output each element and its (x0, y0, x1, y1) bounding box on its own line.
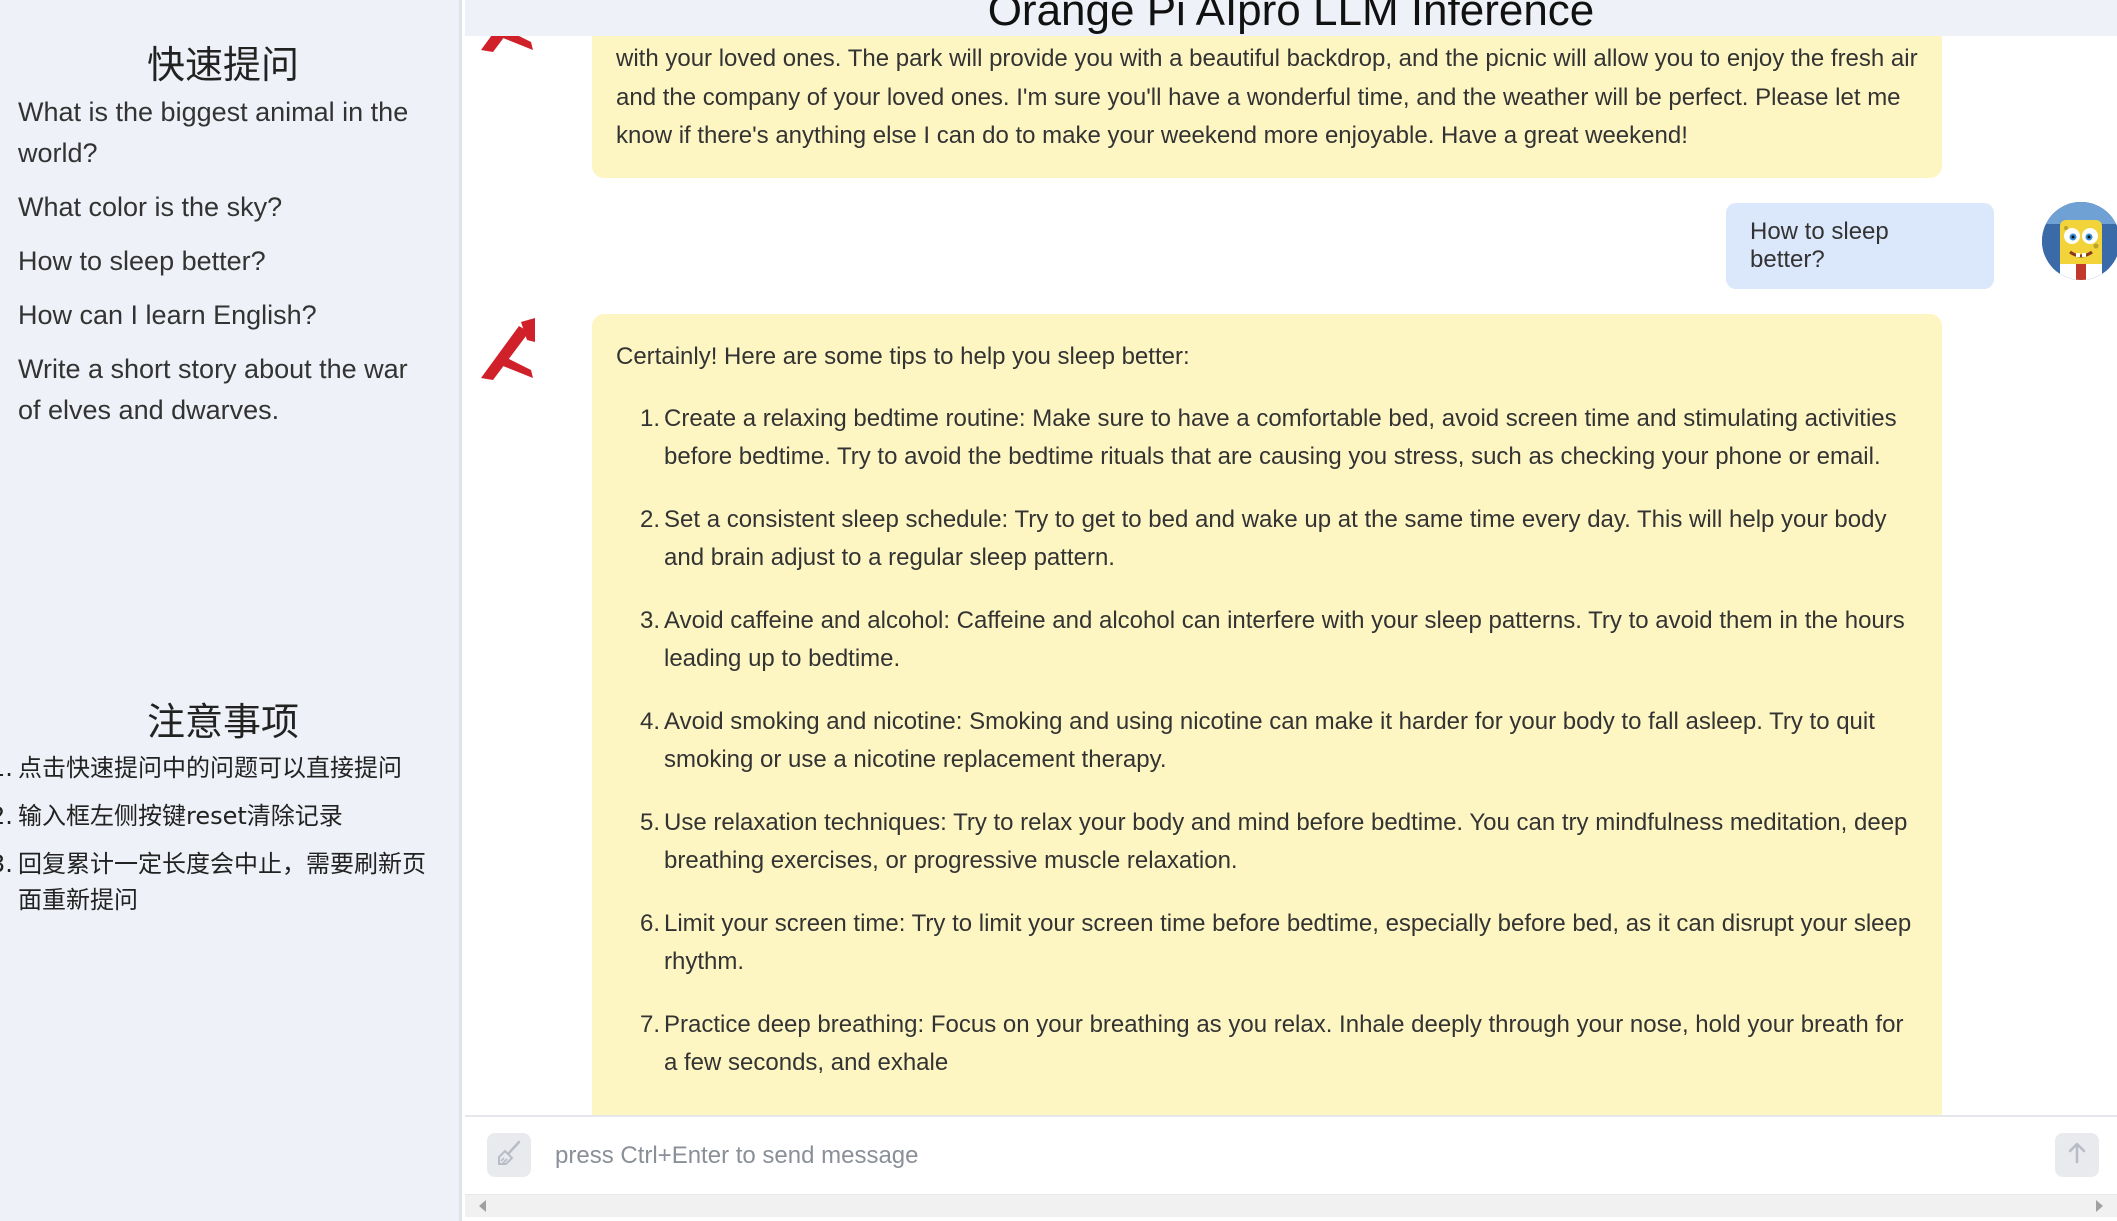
reply-list: 1. Create a relaxing bedtime routine: Ma… (616, 400, 1918, 1083)
message-text: How to sleep better? (1750, 218, 1889, 273)
broom-icon (495, 1139, 523, 1172)
list-item: 5. Use relaxation techniques: Try to rel… (640, 804, 1918, 881)
list-item-text: Avoid smoking and nicotine: Smoking and … (664, 707, 1875, 774)
title-bar: Orange Pi AIpro LLM Inference (465, 0, 2117, 36)
horizontal-scrollbar[interactable] (465, 1195, 2117, 1217)
note-text: 回复累计一定长度会中止，需要刷新页面重新提问 (18, 850, 426, 914)
note-number: 1. (0, 754, 13, 782)
sidebar: 快速提问 What is the biggest animal in the w… (0, 0, 462, 1221)
page-title: Orange Pi AIpro LLM Inference (987, 0, 1595, 35)
quick-question-item[interactable]: What is the biggest animal in the world? (18, 92, 428, 174)
list-item-number: 4. (640, 707, 661, 735)
spongebob-avatar (2042, 202, 2117, 280)
quick-question-item[interactable]: Write a short story about the war of elv… (18, 349, 428, 431)
list-item-number: 7. (640, 1010, 661, 1038)
chat-scroll-area[interactable]: Orange Pi AIpro LLM Inference with your … (465, 0, 2117, 1115)
note-item: 1. 点击快速提问中的问题可以直接提问 (0, 750, 430, 786)
note-number: 2. (0, 802, 13, 830)
list-item: 4. Avoid smoking and nicotine: Smoking a… (640, 703, 1918, 780)
list-item-number: 1. (640, 404, 661, 432)
quick-questions-title: 快速提问 (146, 43, 299, 87)
quick-question-item[interactable]: What color is the sky? (18, 187, 428, 228)
message-input[interactable] (553, 1127, 1997, 1185)
arrow-up-icon (2064, 1140, 2090, 1171)
note-number: 3. (0, 850, 13, 878)
list-item-text: Limit your screen time: Try to limit you… (664, 909, 1912, 976)
list-item-text: Use relaxation techniques: Try to relax … (664, 808, 1908, 875)
note-text: 输入框左侧按键reset清除记录 (18, 802, 343, 830)
list-item-number: 5. (640, 808, 661, 836)
chat-main: Orange Pi AIpro LLM Inference with your … (465, 0, 2117, 1221)
notes-title: 注意事项 (146, 700, 299, 744)
list-item: 3. Avoid caffeine and alcohol: Caffeine … (640, 602, 1918, 679)
note-item: 3. 回复累计一定长度会中止，需要刷新页面重新提问 (0, 846, 430, 918)
notes-list: 1. 点击快速提问中的问题可以直接提问 2. 输入框左侧按键reset清除记录 … (0, 750, 430, 930)
assistant-message: with your loved ones. The park will prov… (592, 20, 1942, 178)
list-item: 7. Practice deep breathing: Focus on you… (640, 1006, 1918, 1083)
scroll-left-arrow-icon[interactable] (479, 1200, 486, 1212)
assistant-message: Certainly! Here are some tips to help yo… (592, 314, 1942, 1115)
user-message: How to sleep better? (1726, 203, 1994, 289)
list-item-number: 6. (640, 909, 661, 937)
list-item-number: 3. (640, 606, 661, 634)
list-item: 6. Limit your screen time: Try to limit … (640, 905, 1918, 982)
quick-questions-list: What is the biggest animal in the world?… (18, 92, 428, 444)
app-window: 快速提问 What is the biggest animal in the w… (0, 0, 2117, 1221)
list-item-text: Avoid caffeine and alcohol: Caffeine and… (664, 606, 1905, 673)
ascend-logo-icon (479, 318, 539, 380)
list-item: 1. Create a relaxing bedtime routine: Ma… (640, 400, 1918, 477)
list-item-text: Practice deep breathing: Focus on your b… (664, 1010, 1904, 1077)
reset-button[interactable] (487, 1133, 531, 1177)
quick-question-item[interactable]: How to sleep better? (18, 241, 428, 282)
list-item-text: Create a relaxing bedtime routine: Make … (664, 404, 1897, 471)
list-item: 2. Set a consistent sleep schedule: Try … (640, 501, 1918, 578)
note-item: 2. 输入框左侧按键reset清除记录 (0, 798, 430, 834)
send-button[interactable] (2055, 1133, 2099, 1177)
message-input-bar (465, 1115, 2117, 1195)
scroll-right-arrow-icon[interactable] (2096, 1200, 2103, 1212)
list-item-text: Set a consistent sleep schedule: Try to … (664, 505, 1887, 572)
message-text: with your loved ones. The park will prov… (616, 45, 1918, 149)
quick-question-item[interactable]: How can I learn English? (18, 295, 428, 336)
note-text: 点击快速提问中的问题可以直接提问 (18, 754, 402, 782)
message-intro: Certainly! Here are some tips to help yo… (616, 343, 1190, 370)
list-item-number: 2. (640, 505, 661, 533)
